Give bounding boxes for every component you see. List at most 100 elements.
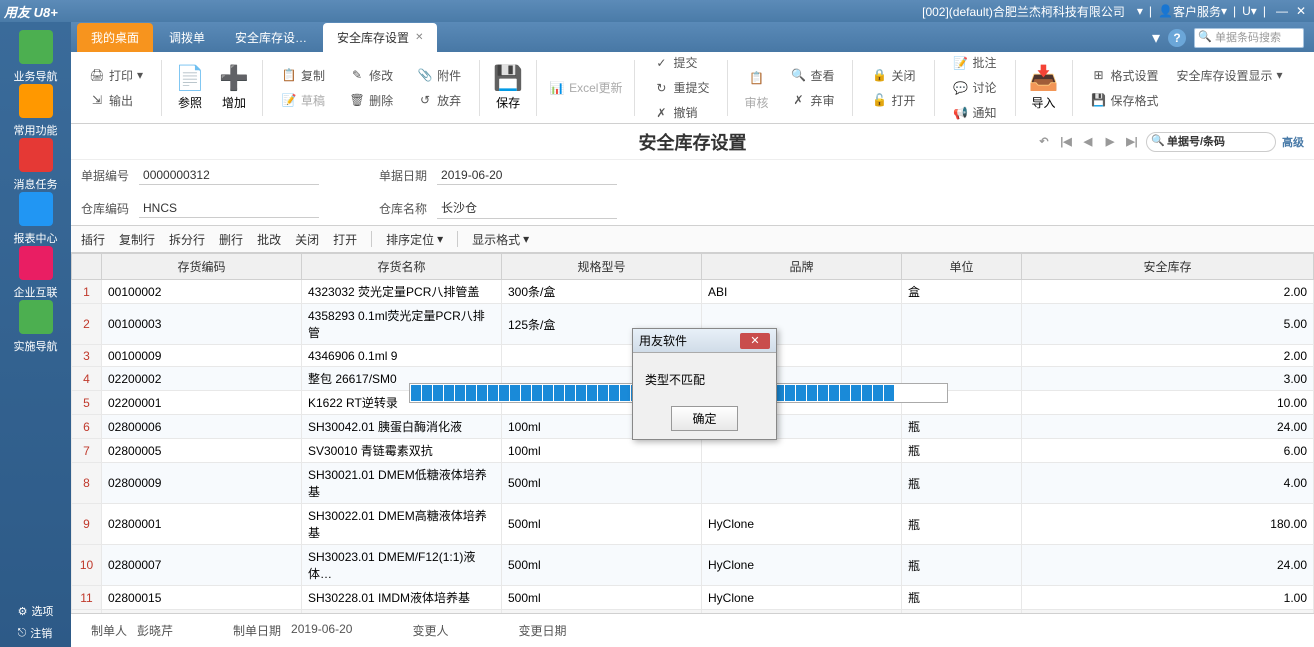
cell-unit[interactable]: 瓶 — [902, 504, 1022, 545]
cell-qty[interactable]: 2.00 — [1022, 345, 1314, 367]
cell-brand[interactable]: HyClone — [702, 545, 902, 586]
cell-name[interactable]: SV30010 青链霉素双抗 — [302, 439, 502, 463]
delete-button[interactable]: 🗑删除 — [345, 90, 397, 111]
tab-0[interactable]: 我的桌面 — [77, 23, 153, 52]
cell-code[interactable]: 02800007 — [102, 545, 302, 586]
col-header-3[interactable]: 规格型号 — [502, 254, 702, 280]
sort-button[interactable]: 排序定位 ▾ — [386, 231, 443, 248]
nav-item-4[interactable]: 企业互联 — [14, 246, 58, 300]
u-menu[interactable]: U — [1242, 4, 1251, 18]
discuss-button[interactable]: 💬讨论 — [949, 77, 1001, 98]
copy-button[interactable]: 📋复制 — [277, 65, 329, 86]
cell-code[interactable]: 00100009 — [102, 345, 302, 367]
open-row-button[interactable]: 打开 — [333, 231, 357, 248]
excel-button[interactable]: 📊Excel更新 — [545, 77, 626, 98]
cell-spec[interactable]: 100ml — [502, 439, 702, 463]
cell-name[interactable]: SH30228.01 IMDM液体培养基 — [302, 586, 502, 610]
cell-name[interactable]: 4346906 0.1ml 9 — [302, 345, 502, 367]
col-header-0[interactable] — [72, 254, 102, 280]
cell-unit[interactable]: 瓶 — [902, 545, 1022, 586]
cell-unit[interactable]: 瓶 — [902, 439, 1022, 463]
nav-logout[interactable]: ⎋注销 — [12, 625, 60, 641]
col-header-2[interactable]: 存货名称 — [302, 254, 502, 280]
service-dropdown-icon[interactable]: ▾ — [1221, 4, 1227, 18]
cell-name[interactable]: SH30022.01 DMEM高糖液体培养基 — [302, 504, 502, 545]
table-row[interactable]: 7 02800005 SV30010 青链霉素双抗 100ml 瓶 6.00 — [72, 439, 1314, 463]
cell-spec[interactable]: 300条/盒 — [502, 280, 702, 304]
cell-qty[interactable]: 180.00 — [1022, 504, 1314, 545]
table-row[interactable]: 8 02800009 SH30021.01 DMEM低糖液体培养基 500ml … — [72, 463, 1314, 504]
cell-unit[interactable]: 瓶 — [902, 415, 1022, 439]
format-button[interactable]: ⊞格式设置 — [1087, 65, 1163, 86]
cell-code[interactable]: 00100002 — [102, 280, 302, 304]
attach-button[interactable]: 📎附件 — [413, 65, 465, 86]
import-button[interactable]: 📥导入 — [1024, 60, 1064, 115]
nav-item-3[interactable]: 报表中心 — [14, 192, 58, 246]
cell-spec[interactable]: 500ml — [502, 463, 702, 504]
split-row-button[interactable]: 拆分行 — [169, 231, 205, 248]
cell-qty[interactable]: 1.00 — [1022, 586, 1314, 610]
close-row-button[interactable]: 关闭 — [295, 231, 319, 248]
cell-code[interactable]: 02800015 — [102, 586, 302, 610]
nav-options[interactable]: ⚙选项 — [12, 603, 60, 619]
cell-qty[interactable]: 3.00 — [1022, 367, 1314, 391]
org-name[interactable]: [002](default)合肥兰杰柯科技有限公司 — [922, 3, 1125, 20]
col-header-6[interactable]: 安全库存 — [1022, 254, 1314, 280]
tab-2[interactable]: 安全库存设… — [221, 23, 321, 52]
insert-row-button[interactable]: 插行 — [81, 231, 105, 248]
cell-name[interactable]: SH30021.01 DMEM低糖液体培养基 — [302, 463, 502, 504]
add-button[interactable]: ➕增加 — [214, 60, 254, 115]
customer-service[interactable]: 客户服务 — [1173, 3, 1221, 20]
doc-search-input[interactable]: 单据号/条码 — [1146, 132, 1276, 152]
cell-code[interactable]: 00100003 — [102, 304, 302, 345]
abandon-button[interactable]: ↺放弃 — [413, 90, 465, 111]
cell-code[interactable]: 02800006 — [102, 415, 302, 439]
prev-icon[interactable]: ◀ — [1080, 134, 1096, 150]
nav-item-5[interactable]: 实施导航 — [14, 300, 58, 354]
cell-name[interactable]: SH30023.01 DMEM/F12(1:1)液体… — [302, 545, 502, 586]
table-row[interactable]: 9 02800001 SH30022.01 DMEM高糖液体培养基 500ml … — [72, 504, 1314, 545]
dialog-close-button[interactable]: ✕ — [740, 333, 770, 349]
last-icon[interactable]: ▶| — [1124, 134, 1140, 150]
cell-brand[interactable] — [702, 439, 902, 463]
tab-1[interactable]: 调拨单 — [155, 23, 219, 52]
table-row[interactable]: 10 02800007 SH30023.01 DMEM/F12(1:1)液体… … — [72, 545, 1314, 586]
cell-unit[interactable]: 盒 — [902, 280, 1022, 304]
draft-button[interactable]: 📝草稿 — [277, 90, 329, 111]
cell-brand[interactable] — [702, 463, 902, 504]
display-button[interactable]: 安全库存设置显示 ▾ — [1173, 65, 1287, 86]
cell-brand[interactable]: HyClone — [702, 586, 902, 610]
cell-name[interactable]: SH30042.01 胰蛋白酶消化液 — [302, 415, 502, 439]
save-button[interactable]: 💾保存 — [488, 60, 528, 115]
barcode-search-input[interactable]: 单据条码搜索 — [1194, 28, 1304, 48]
output-button[interactable]: ⇲输出 — [85, 90, 147, 111]
cell-qty[interactable]: 24.00 — [1022, 545, 1314, 586]
col-header-4[interactable]: 品牌 — [702, 254, 902, 280]
cell-code[interactable]: 02200002 — [102, 367, 302, 391]
cell-spec[interactable]: 500ml — [502, 586, 702, 610]
cell-qty[interactable]: 6.00 — [1022, 439, 1314, 463]
cell-unit[interactable] — [902, 345, 1022, 367]
batch-button[interactable]: 批改 — [257, 231, 281, 248]
cell-spec[interactable]: 500ml — [502, 504, 702, 545]
cell-unit[interactable] — [902, 304, 1022, 345]
tab-3[interactable]: 安全库存设置✕ — [323, 23, 437, 52]
print-button[interactable]: 🖨打印 ▾ — [85, 65, 147, 86]
minimize-icon[interactable]: — — [1272, 4, 1292, 18]
cell-name[interactable]: 4323032 荧光定量PCR八排管盖 — [302, 280, 502, 304]
first-icon[interactable]: |◀ — [1058, 134, 1074, 150]
cell-code[interactable]: 02800005 — [102, 439, 302, 463]
help-icon[interactable]: ? — [1168, 29, 1186, 47]
notify-button[interactable]: 📢通知 — [949, 102, 1001, 123]
cell-qty[interactable]: 5.00 — [1022, 304, 1314, 345]
cell-code[interactable]: 02200001 — [102, 391, 302, 415]
cell-unit[interactable]: 瓶 — [902, 463, 1022, 504]
col-header-5[interactable]: 单位 — [902, 254, 1022, 280]
cell-unit[interactable]: 瓶 — [902, 586, 1022, 610]
note-button[interactable]: 📝批注 — [949, 52, 1001, 73]
nav-item-2[interactable]: 消息任务 — [14, 138, 58, 192]
cell-name[interactable]: 4358293 0.1ml荧光定量PCR八排管 — [302, 304, 502, 345]
advanced-link[interactable]: 高级 — [1282, 134, 1304, 150]
display-format-button[interactable]: 显示格式 ▾ — [472, 231, 529, 248]
cell-qty[interactable]: 2.00 — [1022, 280, 1314, 304]
